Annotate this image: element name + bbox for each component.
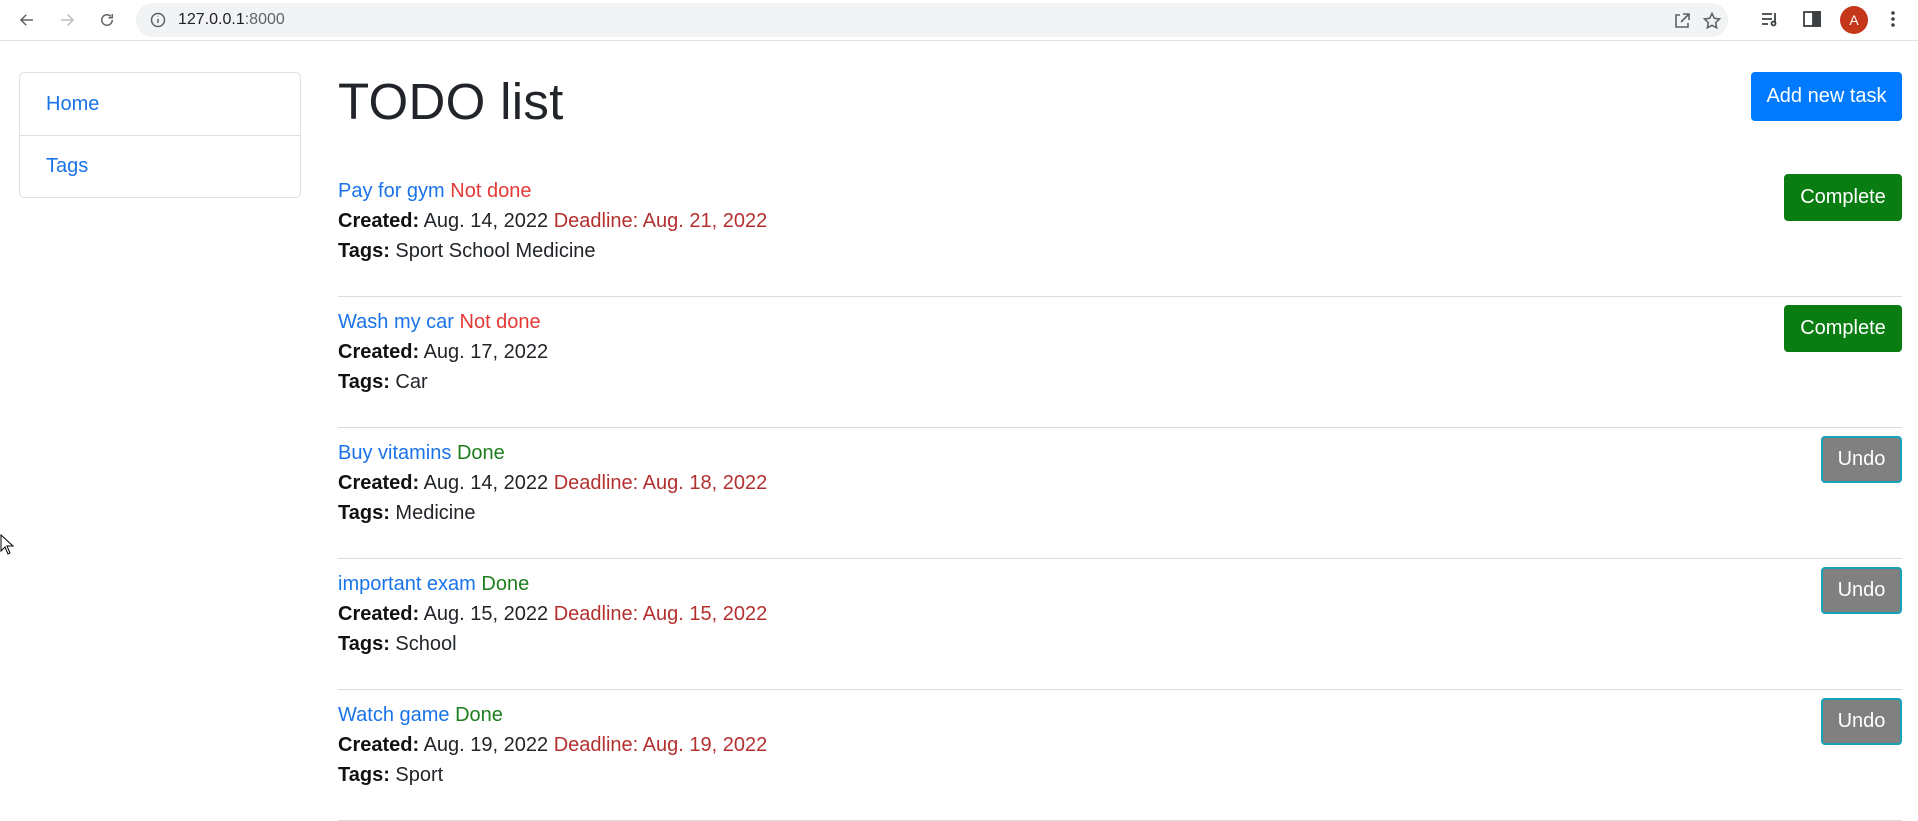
browser-toolbar: 127.0.0.1:8000 A [0, 0, 1918, 41]
task-deadline: Deadline: Aug. 19, 2022 [553, 734, 768, 756]
task-item: Wash my car Not done Created: Aug. 17, 2… [338, 297, 1902, 428]
tags-label: Tags: [338, 633, 390, 655]
task-name-link[interactable]: Buy vitamins [338, 442, 451, 464]
undo-button[interactable]: Undo [1821, 567, 1902, 614]
task-status: Done [455, 704, 503, 726]
created-label: Created: [338, 734, 420, 756]
task-name-link[interactable]: Pay for gym [338, 180, 445, 202]
task-status: Done [481, 573, 530, 595]
url-host: 127.0.0.1 [178, 11, 245, 28]
complete-button[interactable]: Complete [1784, 174, 1902, 221]
task-tags: School [395, 633, 457, 655]
sidebar-item-home[interactable]: Home [20, 73, 300, 135]
created-label: Created: [338, 472, 420, 494]
share-icon[interactable] [1672, 11, 1692, 31]
side-panel-icon[interactable] [1801, 8, 1823, 30]
task-status: Not done [459, 311, 541, 333]
undo-button[interactable]: Undo [1821, 698, 1902, 745]
task-list: Pay for gym Not done Created: Aug. 14, 2… [338, 166, 1902, 821]
task-item: important exam Done Created: Aug. 15, 20… [338, 559, 1902, 690]
created-date: Aug. 14, 2022 [423, 472, 549, 494]
created-date: Aug. 19, 2022 [423, 734, 549, 756]
tags-label: Tags: [338, 764, 390, 786]
created-label: Created: [338, 341, 420, 363]
task-tags: Car [395, 371, 428, 393]
task-deadline: Deadline: Aug. 18, 2022 [553, 472, 768, 494]
task-name-link[interactable]: Wash my car [338, 311, 454, 333]
reload-icon[interactable] [94, 7, 120, 33]
created-date: Aug. 14, 2022 [423, 210, 549, 232]
task-item: Pay for gym Not done Created: Aug. 14, 2… [338, 166, 1902, 297]
star-icon[interactable] [1702, 11, 1722, 31]
task-deadline: Deadline: Aug. 15, 2022 [553, 603, 768, 625]
created-label: Created: [338, 210, 420, 232]
task-name-link[interactable]: important exam [338, 573, 476, 595]
task-deadline: Deadline: Aug. 21, 2022 [553, 210, 768, 232]
task-status: Done [456, 442, 505, 464]
created-date: Aug. 17, 2022 [423, 341, 549, 363]
menu-dots-icon[interactable] [1882, 8, 1904, 30]
tags-label: Tags: [338, 240, 390, 262]
task-item: Watch game Done Created: Aug. 19, 2022 D… [338, 690, 1902, 821]
page-title: TODO list [338, 73, 564, 130]
sidebar-nav: Home Tags [19, 72, 301, 198]
task-tags: Medicine [395, 502, 476, 524]
info-icon[interactable] [150, 12, 166, 28]
complete-button[interactable]: Complete [1784, 305, 1902, 352]
back-arrow-icon[interactable] [14, 7, 40, 33]
add-new-task-button[interactable]: Add new task [1751, 72, 1902, 121]
task-tags: Sport [395, 764, 444, 786]
reading-list-icon[interactable] [1759, 8, 1781, 30]
url-text: 127.0.0.1:8000 [178, 11, 285, 29]
created-label: Created: [338, 603, 420, 625]
tags-label: Tags: [338, 502, 390, 524]
tags-label: Tags: [338, 371, 390, 393]
mouse-cursor-icon [0, 533, 15, 556]
undo-button[interactable]: Undo [1821, 436, 1902, 483]
forward-arrow-icon[interactable] [54, 7, 80, 33]
sidebar-item-tags[interactable]: Tags [20, 135, 300, 197]
task-item: Buy vitamins Done Created: Aug. 14, 2022… [338, 428, 1902, 559]
address-bar[interactable]: 127.0.0.1:8000 [136, 3, 1728, 37]
url-port: :8000 [244, 11, 285, 28]
profile-avatar[interactable]: A [1840, 6, 1868, 34]
task-status: Not done [450, 180, 532, 202]
created-date: Aug. 15, 2022 [423, 603, 549, 625]
task-name-link[interactable]: Watch game [338, 704, 450, 726]
task-tags: Sport School Medicine [395, 240, 596, 262]
